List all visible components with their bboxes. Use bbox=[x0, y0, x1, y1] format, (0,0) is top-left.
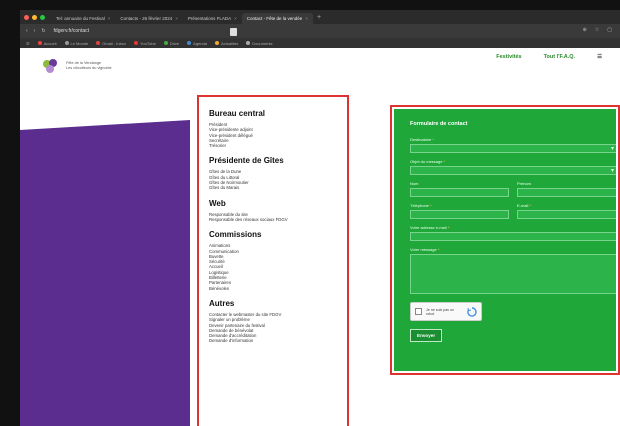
list-item[interactable]: Demande d'information bbox=[209, 338, 337, 343]
close-tab-icon[interactable]: × bbox=[175, 16, 178, 21]
address-label: Votre adresse e-mail * bbox=[410, 225, 450, 230]
firstname-input[interactable] bbox=[517, 188, 616, 197]
section-title: Commissions bbox=[209, 230, 262, 240]
recipient-select[interactable] bbox=[410, 144, 616, 153]
page-favicon-icon bbox=[230, 28, 237, 36]
zoom-icon[interactable]: ⊕ bbox=[583, 27, 587, 33]
extensions-icon[interactable]: ▢ bbox=[607, 27, 612, 33]
phone-label: Téléphone * bbox=[410, 203, 432, 208]
recipient-label: Destinataire * bbox=[410, 137, 435, 142]
firstname-label: Prénom bbox=[517, 181, 532, 186]
list-item[interactable]: Responsable des réseaux sociaux FDGV bbox=[209, 217, 337, 222]
url-input[interactable]: fdgerv.fr/contact bbox=[54, 28, 89, 34]
menu-icon[interactable]: ☰ bbox=[597, 54, 602, 60]
close-window-button[interactable] bbox=[24, 14, 29, 20]
apps-icon[interactable]: ☰ bbox=[26, 41, 30, 46]
bookmark-item[interactable]: Accueil bbox=[37, 41, 57, 46]
nav-faq[interactable]: Tout l'F.A.Q. bbox=[544, 54, 575, 60]
top-navigation: Festivités Tout l'F.A.Q. ☰ bbox=[496, 54, 602, 60]
close-tab-icon[interactable]: × bbox=[234, 16, 237, 21]
new-tab-button[interactable]: + bbox=[317, 14, 321, 21]
bookmark-item[interactable]: Drive bbox=[163, 41, 179, 46]
email-input[interactable] bbox=[517, 210, 616, 219]
contact-directory: Bureau central Président Vice-présidente… bbox=[197, 95, 349, 426]
browser-window: Tel: annuaire du Festival × Contacts - 26… bbox=[20, 10, 620, 426]
subject-label: Objet du message * bbox=[410, 159, 446, 164]
tab-4-active[interactable]: Contact - Fête de la vendée × bbox=[241, 13, 313, 24]
message-textarea[interactable] bbox=[410, 254, 616, 294]
section-commissions: Commissions Animations Communication Buv… bbox=[209, 230, 337, 291]
window-controls bbox=[24, 14, 45, 20]
section-title: Bureau central bbox=[209, 109, 266, 118]
list-item[interactable]: Bénévoles bbox=[209, 286, 337, 291]
forward-icon[interactable]: › bbox=[34, 28, 36, 34]
bookmark-item[interactable]: YouTube bbox=[134, 41, 156, 46]
list-item[interactable]: Gîtes du Marais bbox=[209, 185, 337, 190]
tab-2[interactable]: Contacts - 26 février 2024 × bbox=[115, 13, 182, 24]
bookmarks-bar: ☰ Accueil Le Monde Gmail - Inbox YouTube… bbox=[20, 38, 620, 48]
email-label: E-mail * bbox=[517, 203, 532, 208]
list-item[interactable]: Trésorier bbox=[209, 143, 337, 148]
lastname-label: Nom bbox=[410, 181, 419, 186]
bookmark-item[interactable]: Gmail - Inbox bbox=[96, 41, 126, 46]
address-bar: ‹ › ↻ fdgerv.fr/contact ⊕ ☆ ▢ bbox=[20, 24, 620, 38]
section-title: Web bbox=[209, 198, 226, 208]
bookmark-item[interactable]: Agenda bbox=[187, 41, 207, 46]
close-tab-icon[interactable]: × bbox=[108, 16, 111, 21]
purple-decoration bbox=[20, 120, 190, 426]
tab-1[interactable]: Tel: annuaire du Festival × bbox=[51, 13, 115, 24]
form-title: Formulaire de contact bbox=[410, 121, 468, 127]
tab-3[interactable]: Présentations FLADA × bbox=[183, 13, 242, 24]
recaptcha-logo-icon bbox=[467, 306, 477, 317]
web-page: Fête de la Vendange Les viticulteurs du … bbox=[20, 48, 620, 426]
close-tab-icon[interactable]: × bbox=[305, 16, 308, 21]
address-input[interactable] bbox=[410, 232, 616, 241]
nav-festivites[interactable]: Festivités bbox=[496, 54, 521, 60]
tab-label: Contact - Fête de la vendée bbox=[246, 16, 303, 21]
nav-buttons: ‹ › ↻ bbox=[26, 28, 46, 34]
tab-label: Tel: annuaire du Festival bbox=[56, 16, 105, 21]
lastname-input[interactable] bbox=[410, 188, 509, 197]
tab-bar: Tel: annuaire du Festival × Contacts - 26… bbox=[20, 10, 620, 24]
browser-actions: ⊕ ☆ ▢ bbox=[583, 27, 612, 33]
bookmark-item[interactable]: Le Monde bbox=[64, 41, 88, 46]
tab-label: Présentations FLADA bbox=[187, 16, 232, 21]
message-label: Votre message * bbox=[410, 247, 440, 252]
recaptcha-label: Je ne suis pas un robot bbox=[426, 307, 454, 316]
section-gites: Présidente de Gîtes Gîtes de la Dune Gît… bbox=[209, 156, 337, 190]
section-web: Web Responsable du site Responsable des … bbox=[209, 199, 337, 223]
grape-logo-icon bbox=[43, 59, 57, 73]
section-bureau: Bureau central Président Vice-présidente… bbox=[209, 109, 337, 148]
tab-label: Contacts - 26 février 2024 bbox=[120, 16, 173, 21]
purple-sidebar: Fête de la Vendange Les viticulteurs du … bbox=[20, 48, 190, 426]
back-icon[interactable]: ‹ bbox=[26, 28, 28, 34]
section-autres: Autres Contacter le webmaster du site FD… bbox=[209, 299, 337, 344]
bookmark-item[interactable]: Actualités bbox=[214, 41, 238, 46]
recaptcha-widget: Je ne suis pas un robot bbox=[410, 302, 482, 321]
submit-button[interactable]: Envoyer bbox=[410, 329, 443, 342]
logo-text: Fête de la Vendange Les viticulteurs du … bbox=[66, 61, 112, 71]
site-logo[interactable]: Fête de la Vendange Les viticulteurs du … bbox=[42, 58, 112, 74]
star-icon[interactable]: ☆ bbox=[595, 27, 599, 33]
section-title: Présidente de Gîtes bbox=[209, 156, 284, 166]
contact-form-highlight: Formulaire de contact Destinataire * Obj… bbox=[390, 105, 620, 375]
name-row: Nom Prénom bbox=[410, 181, 616, 203]
reload-icon[interactable]: ↻ bbox=[41, 28, 45, 34]
bookmark-item[interactable]: Documents bbox=[246, 41, 273, 46]
phone-input[interactable] bbox=[410, 210, 509, 219]
minimize-window-button[interactable] bbox=[32, 14, 37, 20]
contact-row: Téléphone * E-mail * bbox=[410, 203, 616, 225]
org-tagline: Les viticulteurs du vignoble bbox=[66, 66, 112, 70]
section-title: Autres bbox=[209, 298, 235, 308]
subject-select[interactable] bbox=[410, 166, 616, 175]
maximize-window-button[interactable] bbox=[40, 14, 45, 20]
contact-form: Formulaire de contact Destinataire * Obj… bbox=[394, 109, 616, 371]
recaptcha-checkbox[interactable] bbox=[415, 308, 422, 315]
